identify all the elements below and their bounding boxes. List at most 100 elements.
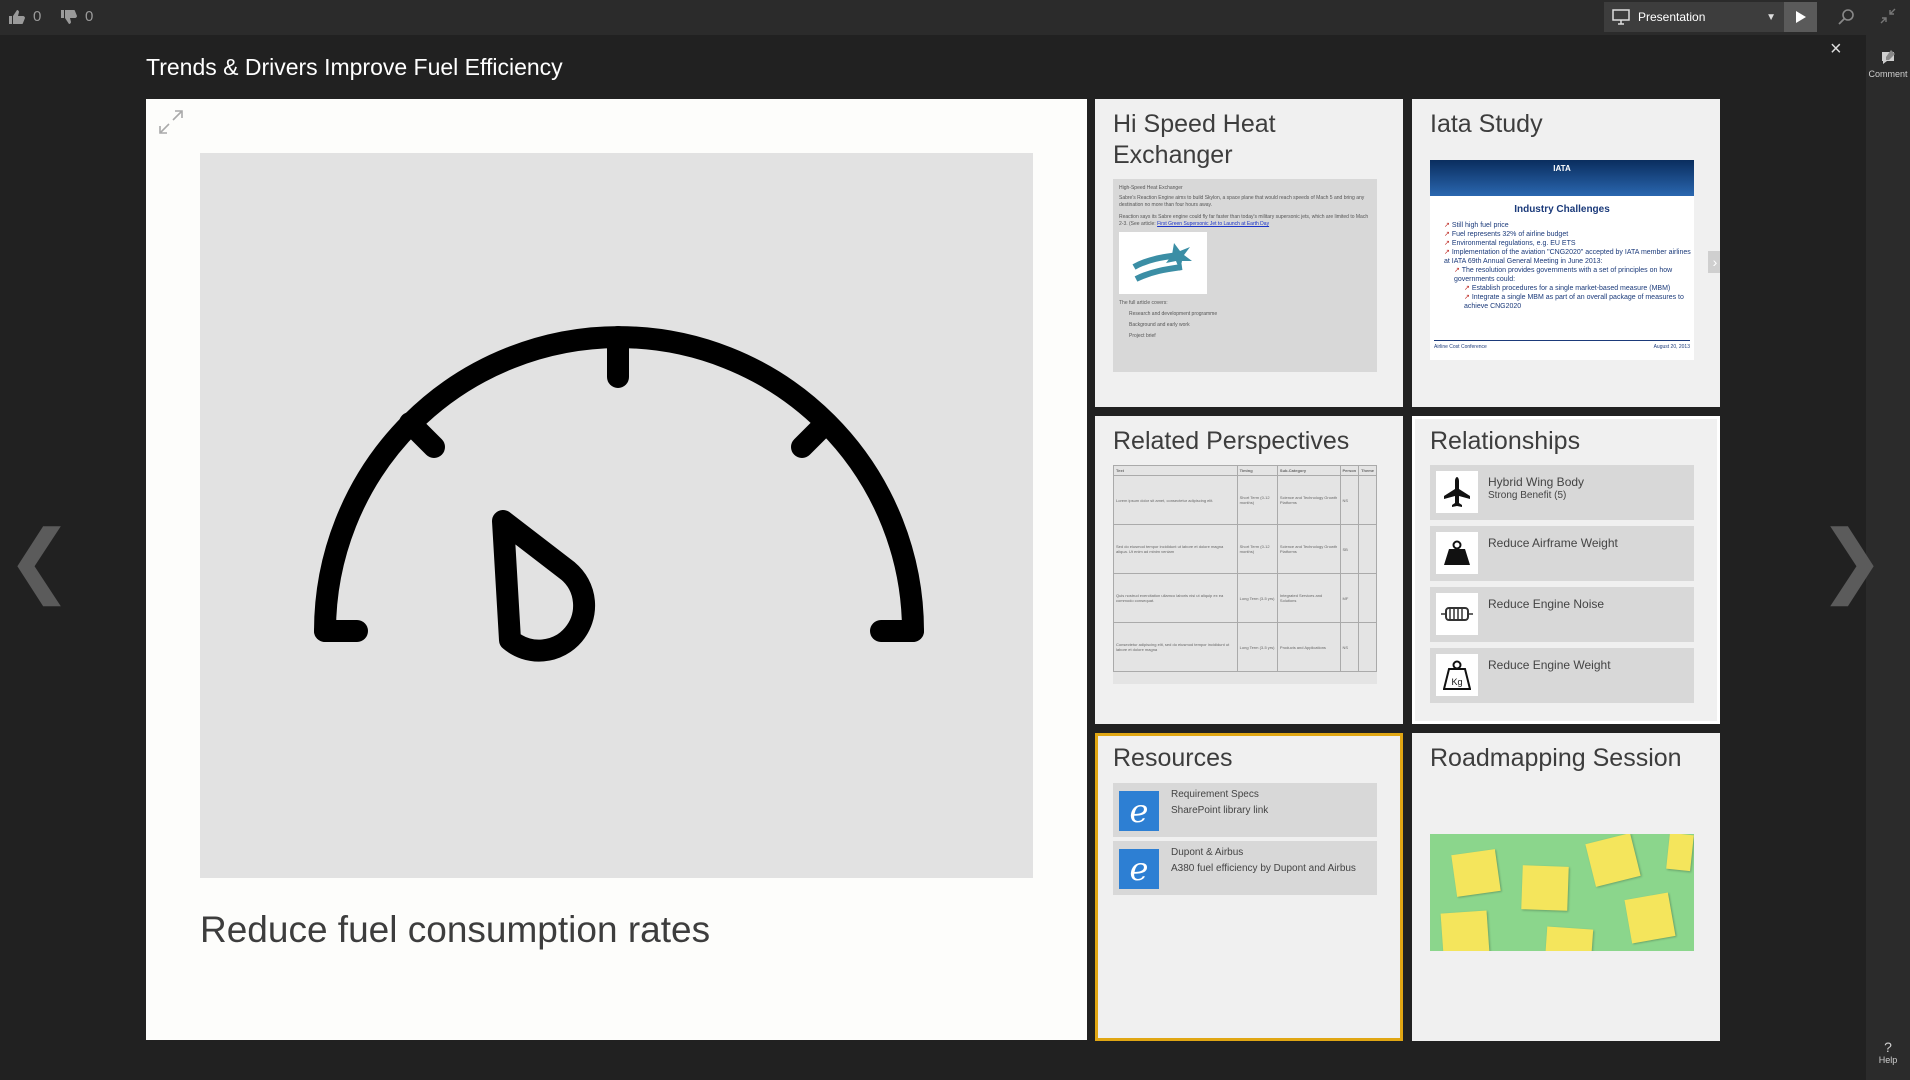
iata-logo: IATA xyxy=(1553,164,1571,173)
next-arrow-icon[interactable]: ❯ xyxy=(1818,520,1885,600)
table-header-row: Text Timing Sub-Category Person Theme xyxy=(1113,465,1377,476)
list-item-sublabel: Strong Benefit (5) xyxy=(1488,490,1567,501)
relationship-icon: Kg xyxy=(1436,654,1478,696)
tile-roadmapping-session[interactable]: Roadmapping Session xyxy=(1412,733,1720,1041)
like-control[interactable]: 0 xyxy=(8,8,41,25)
table-row: Consectetur adipiscing elit, sed do eius… xyxy=(1113,622,1377,672)
table-cell: NS xyxy=(1339,475,1360,525)
table-cell: Lorem ipsum dolor sit amet, consectetur … xyxy=(1113,475,1238,525)
play-button[interactable] xyxy=(1784,2,1817,32)
chevron-right-icon[interactable]: › xyxy=(1708,251,1720,273)
tile-title: Roadmapping Session xyxy=(1430,744,1682,772)
dislike-control[interactable]: 0 xyxy=(60,8,93,25)
tile-title: Resources xyxy=(1113,744,1233,772)
iata-header-bar: IATA xyxy=(1430,160,1694,196)
perspectives-table: Text Timing Sub-Category Person Theme Lo… xyxy=(1113,465,1377,672)
resource-item[interactable]: e Dupont & Airbus A380 fuel efficiency b… xyxy=(1113,841,1377,895)
tile-iata-study[interactable]: Iata Study IATA Industry Challenges Stil… xyxy=(1412,99,1720,407)
expand-icon[interactable] xyxy=(158,109,184,135)
main-card-caption: Reduce fuel consumption rates xyxy=(200,909,711,950)
doc-paragraph: Sabre's Reaction Engine aims to build Sk… xyxy=(1119,195,1365,208)
table-thumbnail: Text Timing Sub-Category Person Theme Lo… xyxy=(1113,465,1377,684)
view-mode-label: Presentation xyxy=(1638,10,1706,24)
tile-title: Hi Speed Heat Exchanger xyxy=(1113,110,1276,169)
table-cell: MF xyxy=(1339,573,1360,623)
tile-relationships[interactable]: Relationships Hybrid Wing Body Strong Be… xyxy=(1412,416,1720,724)
resource-item[interactable]: e Requirement Specs SharePoint library l… xyxy=(1113,783,1377,837)
collapse-icon[interactable] xyxy=(1880,8,1896,24)
column-header: Person xyxy=(1339,465,1360,476)
sticky-note xyxy=(1544,926,1594,951)
tile-title: Related Perspectives xyxy=(1113,427,1350,455)
table-row: Sed do eiusmod tempor incididunt ut labo… xyxy=(1113,524,1377,574)
help-button[interactable]: ? Help xyxy=(1866,1039,1910,1065)
resource-description: A380 fuel efficiency by Dupont and Airbu… xyxy=(1171,863,1356,874)
list-item-label: Reduce Engine Noise xyxy=(1488,597,1605,611)
table-cell xyxy=(1358,475,1377,525)
tile-related-perspectives[interactable]: Related Perspectives Text Timing Sub-Cat… xyxy=(1095,416,1403,724)
comment-icon xyxy=(1882,50,1895,64)
relationship-icon xyxy=(1436,532,1478,574)
document-thumbnail: High-Speed Heat Exchanger Sabre's Reacti… xyxy=(1113,179,1377,372)
table-cell: Short Term (0-12 months) xyxy=(1236,524,1278,574)
table-cell: Long Term (3-5 yrs) xyxy=(1236,573,1278,623)
airplane-icon xyxy=(1444,477,1470,507)
table-cell xyxy=(1358,573,1377,623)
resource-description: SharePoint library link xyxy=(1171,805,1269,816)
table-cell: NS xyxy=(1339,622,1360,672)
slide-bullet: Still high fuel price xyxy=(1444,221,1694,230)
help-icon: ? xyxy=(1884,1039,1892,1055)
table-row: Quis nostrud exercitation ullamco labori… xyxy=(1113,573,1377,623)
table-cell: Integrated Services and Solutions xyxy=(1276,573,1341,623)
table-cell xyxy=(1358,622,1377,672)
sticky-note xyxy=(1624,892,1676,944)
doc-heading: High-Speed Heat Exchanger xyxy=(1119,185,1183,191)
slide-heading: Industry Challenges xyxy=(1514,204,1610,215)
relationship-icon xyxy=(1436,471,1478,513)
list-item-label: Hybrid Wing Body xyxy=(1488,475,1585,489)
board-title: Trends & Drivers Improve Fuel Efficiency xyxy=(146,54,563,80)
resource-title: Dupont & Airbus xyxy=(1171,847,1244,858)
internet-explorer-icon: e xyxy=(1119,791,1159,831)
list-item-label: Reduce Airframe Weight xyxy=(1488,536,1618,550)
main-card-image xyxy=(200,153,1033,878)
tile-resources[interactable]: Resources e Requirement Specs SharePoint… xyxy=(1095,733,1403,1041)
previous-arrow-icon[interactable]: ❮ xyxy=(6,520,73,600)
table-cell: Long Term (3-5 yrs) xyxy=(1236,622,1278,672)
table-cell: Quis nostrud exercitation ullamco labori… xyxy=(1113,573,1238,623)
thumbs-down-icon xyxy=(61,9,77,24)
engine-icon xyxy=(1441,607,1473,621)
comment-button[interactable]: Comment xyxy=(1866,49,1910,79)
sticky-note xyxy=(1451,849,1501,897)
doc-bullet: Project brief xyxy=(1129,333,1156,339)
like-count: 0 xyxy=(33,8,42,25)
tile-title: Iata Study xyxy=(1430,110,1543,138)
table-cell: Science and Technology Growth Platforms xyxy=(1276,475,1341,525)
table-cell: Products and Applications xyxy=(1276,622,1341,672)
slide-bullet: Fuel represents 32% of airline budget xyxy=(1444,230,1694,239)
tile-hi-speed-heat-exchanger[interactable]: Hi Speed Heat Exchanger High-Speed Heat … xyxy=(1095,99,1403,407)
chevron-down-icon: ▼ xyxy=(1766,11,1776,23)
doc-link[interactable]: First Green Supersonic Jet to Launch at … xyxy=(1157,221,1269,227)
table-cell: Science and Technology Growth Platforms xyxy=(1276,524,1341,574)
list-item[interactable]: Kg Reduce Engine Weight xyxy=(1430,648,1694,703)
table-cell: Sed do eiusmod tempor incididunt ut labo… xyxy=(1113,524,1238,574)
column-header: Timing xyxy=(1236,465,1278,476)
weight-icon xyxy=(1444,540,1470,565)
slide-footer-right: August 20, 2013 xyxy=(1653,344,1690,350)
internet-explorer-icon: e xyxy=(1119,849,1159,889)
list-item[interactable]: Reduce Airframe Weight xyxy=(1430,526,1694,581)
sticky-note xyxy=(1585,834,1641,887)
tile-title: Relationships xyxy=(1430,427,1581,455)
list-item[interactable]: Reduce Engine Noise xyxy=(1430,587,1694,642)
slide-bullet: Implementation of the aviation "CNG2020"… xyxy=(1444,248,1694,266)
dislike-count: 0 xyxy=(85,8,94,25)
column-header: Theme xyxy=(1358,465,1377,476)
thumbs-up-icon xyxy=(9,9,25,24)
search-icon[interactable] xyxy=(1838,8,1856,26)
view-mode-dropdown[interactable]: Presentation ▼ xyxy=(1604,2,1784,32)
main-card[interactable]: Reduce fuel consumption rates xyxy=(146,99,1087,1040)
list-item[interactable]: Hybrid Wing Body Strong Benefit (5) xyxy=(1430,465,1694,520)
close-icon[interactable]: × xyxy=(1830,38,1842,61)
slide-bullet: The resolution provides governments with… xyxy=(1454,266,1694,284)
